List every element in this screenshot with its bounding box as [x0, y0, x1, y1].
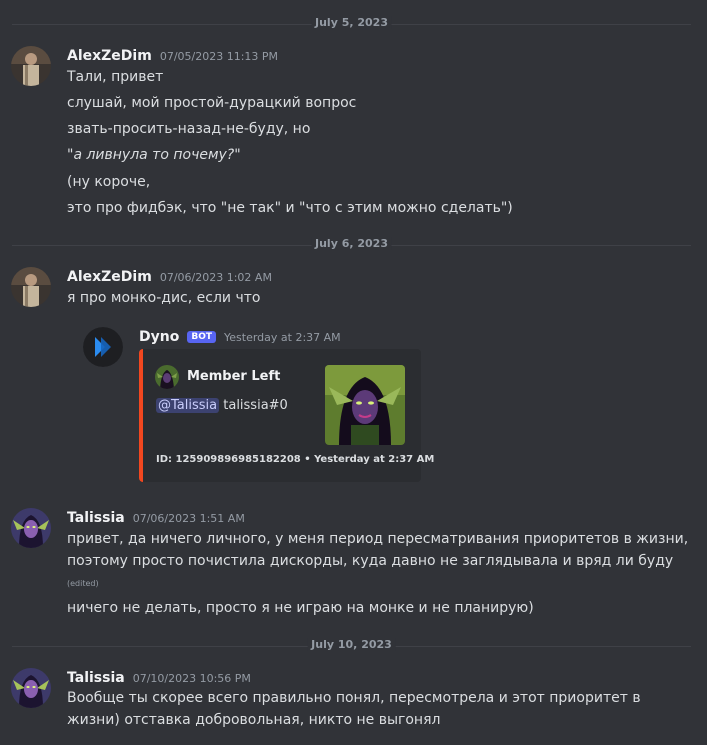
edited-marker: (edited) [67, 579, 99, 588]
message-header: AlexZeDim 07/06/2023 1:02 AM [67, 269, 272, 285]
embed-thumbnail[interactable] [325, 365, 405, 445]
user-mention[interactable]: @Talissia [156, 398, 220, 413]
message-timestamp: Yesterday at 2:37 AM [224, 331, 341, 344]
date-divider: July 5, 2023 [12, 16, 691, 29]
message-header: Talissia 07/06/2023 1:51 AM [67, 510, 245, 526]
date-divider-label: July 5, 2023 [311, 16, 392, 29]
message-header: Dyno BOT Yesterday at 2:37 AM [139, 329, 341, 345]
user-avatar[interactable] [11, 508, 51, 548]
message-text: поэтому просто почистила дискорды, куда … [67, 553, 674, 569]
message-text: Вообще ты скорее всего правильно понял, … [67, 690, 641, 706]
message-text: я про монко-дис, если что [67, 290, 261, 306]
bot-badge: BOT [187, 331, 216, 343]
message-text: Тали, привет [67, 69, 164, 85]
message-timestamp: 07/05/2023 11:13 PM [159, 50, 279, 63]
username[interactable]: AlexZeDim [67, 269, 152, 285]
user-tag: talissia#0 [223, 398, 288, 413]
message-header: AlexZeDim 07/05/2023 11:13 PM [67, 48, 278, 64]
date-divider-label: July 6, 2023 [311, 237, 392, 250]
message-text: это про фидбэк, что "не так" и "что с эт… [67, 200, 513, 216]
username[interactable]: Talissia [67, 670, 125, 686]
message-text: слушай, мой простой-дурацкий вопрос [67, 95, 357, 111]
embed-card: Member Left @Talissia talissia#0 ID: 125… [139, 349, 434, 482]
embed-author-icon [155, 365, 179, 389]
message-text: привет, да ничего личного, у меня период… [67, 531, 689, 547]
message-text: жизни) отставка добровольная, никто не в… [67, 712, 441, 728]
date-divider: July 10, 2023 [12, 638, 691, 651]
message-text: "а ливнула то почему?" [67, 147, 241, 163]
bot-username[interactable]: Dyno [139, 329, 179, 345]
message-timestamp: 07/06/2023 1:51 AM [132, 512, 245, 525]
embed-author-name: Member Left [187, 369, 281, 384]
message-header: Talissia 07/10/2023 10:56 PM [67, 670, 251, 686]
bot-avatar[interactable] [83, 327, 123, 367]
embed-description: @Talissia talissia#0 [156, 398, 288, 413]
message-text: звать-просить-назад-не-буду, но [67, 121, 311, 137]
user-avatar[interactable] [11, 668, 51, 708]
date-divider-label: July 10, 2023 [307, 638, 396, 651]
message-text: ничего не делать, просто я не играю на м… [67, 600, 534, 616]
date-divider: July 6, 2023 [12, 237, 691, 250]
message-timestamp: 07/06/2023 1:02 AM [159, 271, 272, 284]
user-avatar[interactable] [11, 267, 51, 307]
user-avatar[interactable] [11, 46, 51, 86]
message-timestamp: 07/10/2023 10:56 PM [132, 672, 251, 685]
username[interactable]: Talissia [67, 510, 125, 526]
username[interactable]: AlexZeDim [67, 48, 152, 64]
embed-footer: ID: 125909896985182208 • Yesterday at 2:… [156, 454, 435, 465]
message-text: (ну короче, [67, 174, 151, 190]
